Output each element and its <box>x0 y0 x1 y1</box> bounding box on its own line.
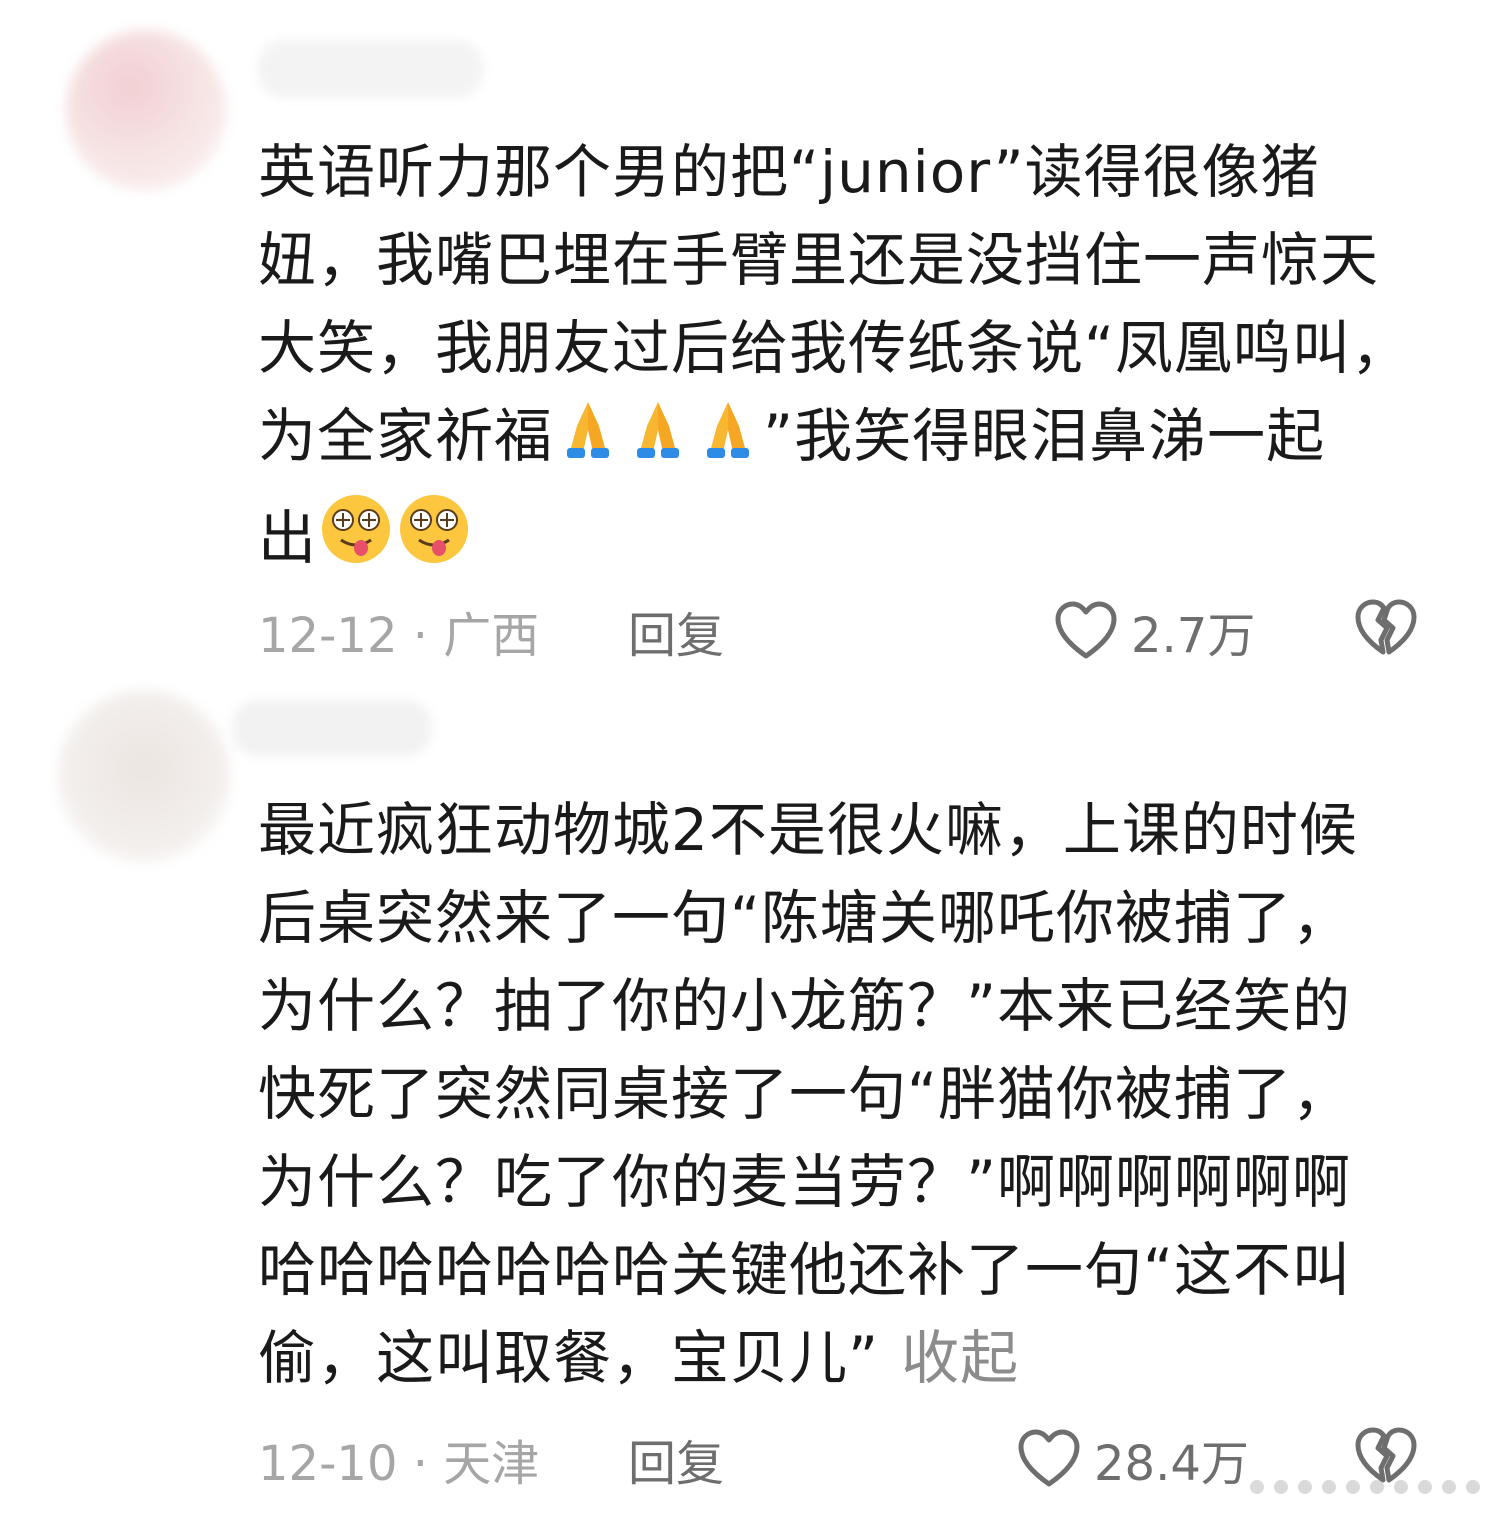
watermark-dot <box>1370 1480 1384 1494</box>
comment-text: 最近疯狂动物城2不是很火嘛，上课的时候 后桌突然来了一句“陈塘关哪吒你被捕了， … <box>258 786 1448 1402</box>
comment-line: 出 <box>258 504 318 572</box>
avatar[interactable] <box>58 690 230 862</box>
dislike-button[interactable] <box>1353 598 1419 672</box>
like-button[interactable]: 28.4万 <box>1016 1424 1249 1494</box>
watermark-dot <box>1394 1480 1408 1494</box>
comment-line: 快死了突然同桌接了一句“胖猫你被捕了， <box>258 1060 1352 1128</box>
comment-date: 12-10 <box>258 1436 398 1492</box>
comment-line-with-collapse: 偷，这叫取餐，宝贝儿” 收起 <box>258 1314 1448 1402</box>
comment-line: 后桌突然来了一句“陈塘关哪吒你被捕了， <box>258 884 1352 952</box>
comment-date-location: 12-12 · 广西 <box>258 596 539 666</box>
broken-heart-icon <box>1355 599 1417 655</box>
comment-line: ”我笑得眼泪鼻涕一起 <box>763 402 1326 470</box>
broken-heart-icon <box>1355 1427 1417 1483</box>
reply-button[interactable]: 回复 <box>628 1424 724 1494</box>
separator: · <box>412 608 429 664</box>
comment-line: 大笑，我朋友过后给我传纸条说“凤凰鸣叫， <box>258 314 1411 382</box>
collapse-button[interactable]: 收起 <box>901 1324 1019 1392</box>
comment-line: 妞，我嘴巴埋在手臂里还是没挡住一声惊天 <box>258 226 1380 294</box>
like-button[interactable]: 2.7万 <box>1053 596 1255 666</box>
comment-line: 为什么？吃了你的麦当劳？”啊啊啊啊啊啊 <box>258 1148 1352 1216</box>
like-count: 2.7万 <box>1131 608 1256 664</box>
heart-outline-icon <box>1018 1429 1080 1487</box>
comment-meta: 12-12 · 广西 回复 2.7万 <box>258 596 1500 666</box>
reply-button[interactable]: 回复 <box>628 596 724 666</box>
drooling-face-emoji <box>317 490 395 592</box>
heart-outline-icon <box>1055 601 1117 659</box>
watermark-dot <box>1346 1480 1360 1494</box>
folded-hands-emoji <box>553 396 623 490</box>
watermark-dot <box>1298 1480 1312 1494</box>
comment-line: 偷，这叫取餐，宝贝儿” <box>258 1324 880 1392</box>
watermark-dot <box>1466 1480 1480 1494</box>
comment-line: 为全家祈福 <box>258 402 554 470</box>
folded-hands-emoji <box>693 396 763 490</box>
comment-location: 广西 <box>443 608 540 664</box>
comment-line: 英语听力那个男的把“junior”读得很像猪 <box>258 138 1320 206</box>
folded-hands-emoji <box>623 396 693 490</box>
separator: · <box>412 1436 429 1492</box>
like-count: 28.4万 <box>1094 1436 1249 1492</box>
comment-date: 12-12 <box>258 608 398 664</box>
comment-line: 最近疯狂动物城2不是很火嘛，上课的时候 <box>258 796 1358 864</box>
username-redacted[interactable] <box>232 700 432 756</box>
watermark-dot <box>1418 1480 1432 1494</box>
avatar[interactable] <box>66 30 226 190</box>
watermark-dot <box>1322 1480 1336 1494</box>
comment-line: 哈哈哈哈哈哈哈关键他还补了一句“这不叫 <box>258 1236 1352 1304</box>
drooling-face-emoji <box>395 490 473 592</box>
username-redacted[interactable] <box>258 40 483 98</box>
comment-line-with-emoji: 出 <box>258 490 1448 592</box>
watermark-dots <box>1250 1480 1480 1494</box>
comment-line: 为什么？抽了你的小龙筋？”本来已经笑的 <box>258 972 1352 1040</box>
watermark-dot <box>1274 1480 1288 1494</box>
watermark-dot <box>1442 1480 1456 1494</box>
comment-text: 英语听力那个男的把“junior”读得很像猪 妞，我嘴巴埋在手臂里还是没挡住一声… <box>258 128 1448 592</box>
comment-date-location: 12-10 · 天津 <box>258 1424 539 1494</box>
comment-location: 天津 <box>443 1436 540 1492</box>
watermark-dot <box>1250 1480 1264 1494</box>
comment-line-with-emoji: 为全家祈福 ”我笑得眼泪鼻涕一起 <box>258 392 1448 490</box>
